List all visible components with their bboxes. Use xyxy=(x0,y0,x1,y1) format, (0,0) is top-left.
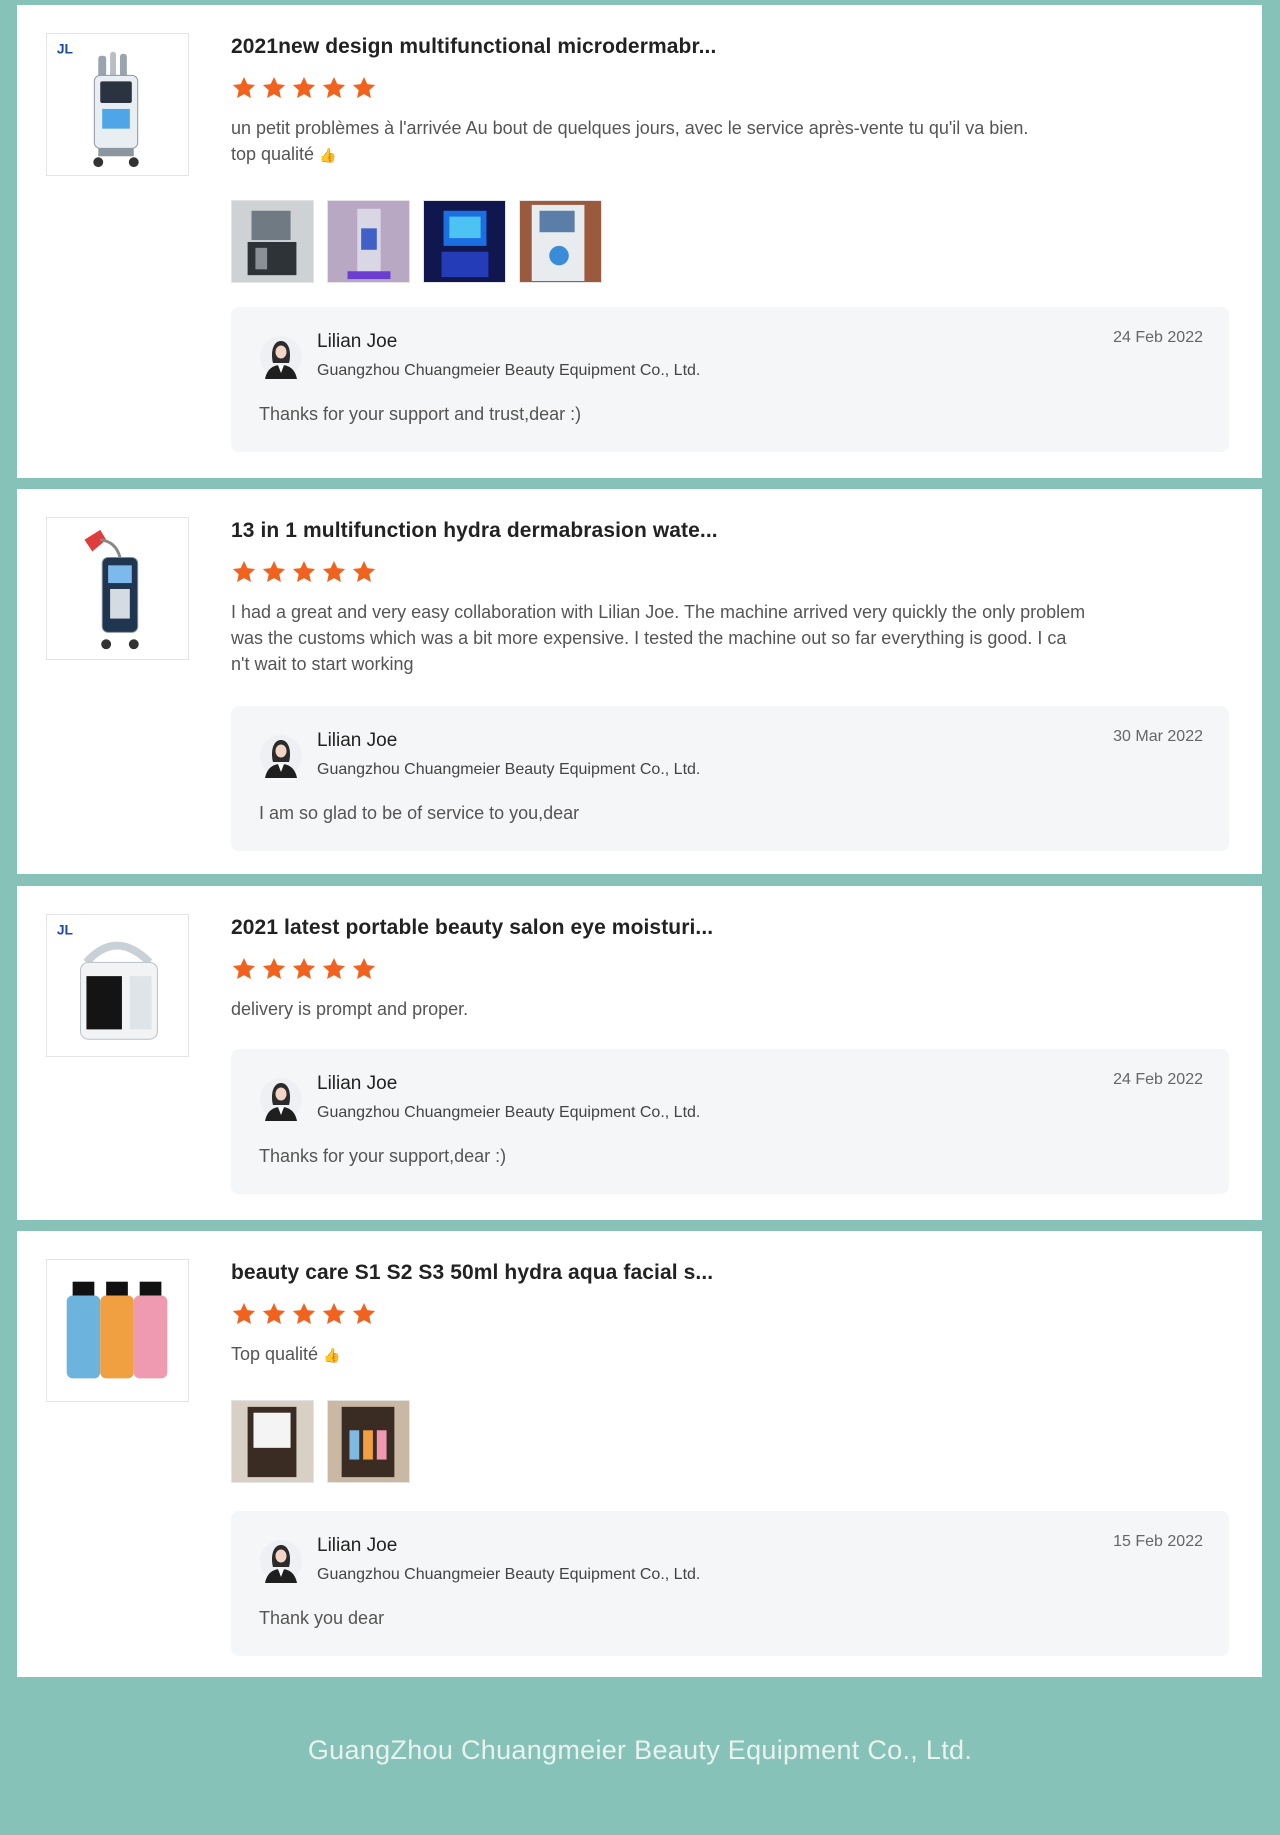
product-image: JL xyxy=(47,915,188,1056)
star-icon xyxy=(321,956,347,982)
reply-date: 15 Feb 2022 xyxy=(1113,1533,1203,1550)
review-photo[interactable] xyxy=(327,200,410,283)
seller-name: Lilian Joe xyxy=(317,1535,398,1556)
svg-text:JL: JL xyxy=(57,923,73,938)
review-text-line: delivery is prompt and proper. xyxy=(231,999,469,1019)
star-icon xyxy=(351,1301,377,1327)
star-icon xyxy=(231,1301,257,1327)
product-title[interactable]: 2021new design multifunctional microderm… xyxy=(231,35,1232,59)
star-icon xyxy=(231,956,257,982)
product-image xyxy=(47,518,188,659)
reply-text: Thanks for your support,dear :) xyxy=(259,1146,507,1166)
product-thumbnail[interactable]: JL xyxy=(46,33,189,176)
product-title[interactable]: 13 in 1 multifunction hydra dermabrasion… xyxy=(231,519,1232,543)
star-icon xyxy=(351,956,377,982)
review-photos xyxy=(231,200,1232,283)
star-icon xyxy=(321,559,347,585)
review-photo[interactable] xyxy=(327,1400,410,1483)
seller-reply: Lilian Joe Guangzhou Chuangmeier Beauty … xyxy=(231,1511,1229,1656)
review-text-line: I had a great and very easy collaboratio… xyxy=(231,602,1086,622)
review-photo[interactable] xyxy=(519,200,602,283)
review-text: I had a great and very easy collaboratio… xyxy=(231,599,1181,677)
product-thumbnail[interactable] xyxy=(46,1259,189,1402)
reply-text: I am so glad to be of service to you,dea… xyxy=(259,803,580,823)
review-body: 2021new design multifunctional microderm… xyxy=(231,35,1232,283)
product-thumbnail[interactable]: JL xyxy=(46,914,189,1057)
reviews-page: JL 2021new design multifunctional microd… xyxy=(0,0,1280,1835)
review-text-line: top qualité 👍 xyxy=(231,141,1181,168)
svg-text:JL: JL xyxy=(57,42,73,57)
thumbs-up-icon: 👍 xyxy=(319,147,337,163)
review-text: Top qualité 👍 xyxy=(231,1341,1181,1368)
review-text: delivery is prompt and proper. xyxy=(231,996,1181,1022)
star-icon xyxy=(261,956,287,982)
review-text-segment: Top qualité xyxy=(231,1344,319,1364)
seller-reply: Lilian Joe Guangzhou Chuangmeier Beauty … xyxy=(231,1049,1229,1194)
avatar xyxy=(259,732,303,780)
avatar xyxy=(259,1537,303,1585)
review-body: 2021 latest portable beauty salon eye mo… xyxy=(231,916,1232,1022)
review-text-line: un petit problèmes à l'arrivée Au bout d… xyxy=(231,118,1029,138)
review-text-line: Top qualité 👍 xyxy=(231,1341,1181,1368)
review-photos xyxy=(231,1400,1232,1483)
review-card: JL 2021new design multifunctional microd… xyxy=(17,5,1262,478)
product-title[interactable]: 2021 latest portable beauty salon eye mo… xyxy=(231,916,1232,940)
review-photo[interactable] xyxy=(231,200,314,283)
reply-text: Thanks for your support and trust,dear :… xyxy=(259,404,582,424)
review-photo[interactable] xyxy=(231,1400,314,1483)
reply-date: 24 Feb 2022 xyxy=(1113,1071,1203,1088)
seller-reply: Lilian Joe Guangzhou Chuangmeier Beauty … xyxy=(231,706,1229,851)
avatar xyxy=(259,333,303,381)
review-card: beauty care S1 S2 S3 50ml hydra aqua fac… xyxy=(17,1231,1262,1677)
reply-date: 24 Feb 2022 xyxy=(1113,329,1203,346)
review-body: beauty care S1 S2 S3 50ml hydra aqua fac… xyxy=(231,1261,1232,1483)
star-icon xyxy=(291,75,317,101)
review-photo[interactable] xyxy=(423,200,506,283)
star-icon xyxy=(261,559,287,585)
seller-company: Guangzhou Chuangmeier Beauty Equipment C… xyxy=(317,1566,701,1583)
star-icon xyxy=(231,559,257,585)
seller-name: Lilian Joe xyxy=(317,331,398,352)
star-icon xyxy=(261,75,287,101)
seller-company: Guangzhou Chuangmeier Beauty Equipment C… xyxy=(317,362,701,379)
review-body: 13 in 1 multifunction hydra dermabrasion… xyxy=(231,519,1232,677)
star-rating xyxy=(231,1301,1232,1329)
product-title[interactable]: beauty care S1 S2 S3 50ml hydra aqua fac… xyxy=(231,1261,1232,1285)
seller-name: Lilian Joe xyxy=(317,730,398,751)
star-icon xyxy=(351,559,377,585)
star-rating xyxy=(231,559,1232,587)
star-icon xyxy=(321,75,347,101)
product-image xyxy=(47,1260,188,1401)
avatar xyxy=(259,1075,303,1123)
product-image: JL xyxy=(47,34,188,175)
review-card: JL 2021 latest portable beauty salon eye… xyxy=(17,886,1262,1220)
star-icon xyxy=(321,1301,347,1327)
star-icon xyxy=(291,956,317,982)
product-thumbnail[interactable] xyxy=(46,517,189,660)
star-rating xyxy=(231,75,1232,103)
review-text-segment: top qualité xyxy=(231,144,315,164)
star-icon xyxy=(291,1301,317,1327)
seller-company: Guangzhou Chuangmeier Beauty Equipment C… xyxy=(317,761,701,778)
review-text-line: was the customs which was a bit more exp… xyxy=(231,628,1067,648)
reply-date: 30 Mar 2022 xyxy=(1113,728,1203,745)
thumbs-up-icon: 👍 xyxy=(323,1347,341,1363)
seller-reply: Lilian Joe Guangzhou Chuangmeier Beauty … xyxy=(231,307,1229,452)
star-icon xyxy=(291,559,317,585)
star-icon xyxy=(231,75,257,101)
star-icon xyxy=(351,75,377,101)
review-text: un petit problèmes à l'arrivée Au bout d… xyxy=(231,115,1181,168)
review-text-line: n't wait to start working xyxy=(231,654,414,674)
reply-text: Thank you dear xyxy=(259,1608,385,1628)
star-icon xyxy=(261,1301,287,1327)
footer-company-name: GuangZhou Chuangmeier Beauty Equipment C… xyxy=(307,1735,973,1765)
star-rating xyxy=(231,956,1232,984)
seller-name: Lilian Joe xyxy=(317,1073,398,1094)
review-card: 13 in 1 multifunction hydra dermabrasion… xyxy=(17,489,1262,874)
seller-company: Guangzhou Chuangmeier Beauty Equipment C… xyxy=(317,1104,701,1121)
